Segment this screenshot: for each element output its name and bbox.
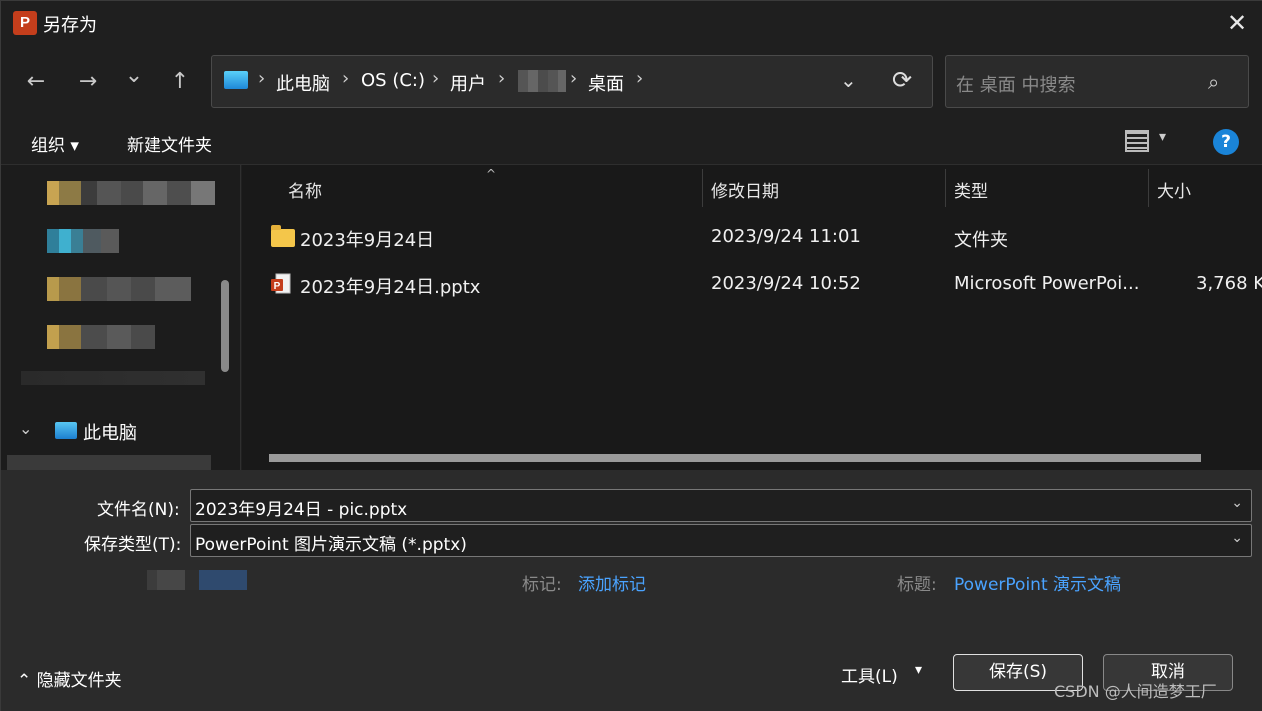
file-size: 3,768 K [1196, 273, 1262, 294]
tree-item-this-pc[interactable]: 此电脑 [83, 419, 137, 445]
address-history-chevron-icon[interactable]: ⌄ [840, 68, 857, 92]
title-link[interactable]: PowerPoint 演示文稿 [954, 570, 1121, 595]
column-header-size[interactable]: 大小 [1157, 177, 1191, 202]
view-options-icon[interactable] [1125, 130, 1149, 152]
file-type: Microsoft PowerPoi... [954, 273, 1140, 294]
filetype-chevron-icon[interactable]: ⌄ [1231, 530, 1243, 546]
column-divider[interactable] [702, 169, 703, 207]
filetype-select[interactable]: PowerPoint 图片演示文稿 (*.pptx) ⌄ [190, 524, 1252, 557]
column-header-name[interactable]: 名称 [288, 177, 322, 202]
column-divider[interactable] [945, 169, 946, 207]
tree-item-selected[interactable] [7, 455, 211, 470]
command-toolbar: 组织 ▾ 新建文件夹 ▾ ? [1, 119, 1262, 165]
title-bar: P 另存为 ✕ [1, 1, 1262, 45]
title-label: 标题: [897, 575, 937, 595]
save-options-panel: 文件名(N): 2023年9月24日 - pic.pptx ⌄ 保存类型(T):… [1, 470, 1262, 711]
quick-access-item-redacted[interactable] [47, 229, 119, 253]
close-icon[interactable]: ✕ [1223, 9, 1251, 37]
file-modified: 2023/9/24 10:52 [711, 273, 861, 294]
file-list-horizontal-scrollbar[interactable] [269, 454, 1201, 462]
breadcrumb-users[interactable]: 用户 [450, 70, 486, 96]
breadcrumb-separator-icon: › [636, 68, 644, 89]
svg-text:P: P [274, 281, 281, 292]
forward-arrow-icon[interactable]: → [71, 65, 105, 99]
pptx-file-icon: P [271, 273, 291, 294]
address-bar[interactable]: › 此电脑 › OS (C:) › 用户 › › 桌面 › ⌄ ⟳ [211, 55, 933, 108]
search-placeholder: 在 桌面 中搜索 [956, 75, 1076, 96]
column-header-modified[interactable]: 修改日期 [711, 177, 779, 202]
column-divider[interactable] [1148, 169, 1149, 207]
filename-field[interactable]: 2023年9月24日 - pic.pptx ⌄ [190, 489, 1252, 522]
quick-access-item-redacted[interactable] [21, 371, 205, 385]
filename-label: 文件名(N): [97, 500, 180, 520]
save-as-dialog: P 另存为 ✕ ← → ⌄ ↑ › 此电脑 › OS (C:) › 用户 › ›… [0, 0, 1262, 711]
breadcrumb-separator-icon: › [570, 68, 578, 89]
filetype-value: PowerPoint 图片演示文稿 (*.pptx) [195, 535, 467, 555]
author-redacted[interactable] [147, 570, 247, 590]
back-arrow-icon[interactable]: ← [19, 65, 53, 99]
navigation-pane: ⌄ 此电脑 [1, 165, 241, 470]
quick-access-item-redacted[interactable] [47, 181, 215, 205]
organize-menu-button[interactable]: 组织 ▾ [31, 131, 79, 156]
file-type: 文件夹 [954, 230, 1008, 251]
breadcrumb-separator-icon: › [498, 68, 506, 89]
file-list-pane: ^ 名称 修改日期 类型 大小 2023年9月24日 2023/9/24 11:… [242, 165, 1262, 470]
quick-access-item-redacted[interactable] [47, 277, 191, 301]
tools-dropdown-chevron-icon[interactable]: ▾ [915, 662, 922, 678]
quick-access-item-redacted[interactable] [47, 325, 155, 349]
folder-icon [271, 225, 295, 247]
column-header-type[interactable]: 类型 [954, 177, 988, 202]
tags-label: 标记: [522, 575, 562, 595]
search-icon[interactable]: ⌕ [1208, 70, 1219, 94]
this-pc-icon [224, 71, 248, 89]
expand-chevron-icon[interactable]: ⌄ [19, 419, 32, 438]
powerpoint-app-icon: P [13, 11, 37, 35]
breadcrumb-separator-icon: › [258, 68, 266, 89]
breadcrumb-desktop[interactable]: 桌面 [588, 70, 624, 96]
breadcrumb-this-pc[interactable]: 此电脑 [276, 70, 330, 96]
breadcrumb-separator-icon: › [432, 68, 440, 89]
tools-menu-button[interactable]: 工具(L) [841, 662, 898, 687]
navigation-pane-scrollbar[interactable] [221, 280, 229, 372]
window-title: 另存为 [43, 15, 97, 36]
breadcrumb-os-drive[interactable]: OS (C:) [361, 70, 425, 91]
navigation-bar: ← → ⌄ ↑ › 此电脑 › OS (C:) › 用户 › › 桌面 › ⌄ … [1, 45, 1262, 119]
hide-folders-button[interactable]: ⌃ 隐藏文件夹 [17, 666, 122, 691]
add-tags-link[interactable]: 添加标记 [578, 570, 646, 595]
csdn-watermark: CSDN @人间造梦工厂 [1054, 682, 1217, 701]
filetype-label: 保存类型(T): [84, 535, 182, 555]
search-input[interactable]: 在 桌面 中搜索 ⌕ [945, 55, 1249, 108]
help-icon[interactable]: ? [1213, 129, 1239, 155]
refresh-icon[interactable]: ⟳ [892, 66, 912, 94]
new-folder-button[interactable]: 新建文件夹 [127, 131, 212, 156]
up-arrow-icon[interactable]: ↑ [163, 65, 197, 99]
sort-ascending-icon: ^ [486, 167, 497, 181]
this-pc-icon [55, 422, 77, 439]
view-dropdown-chevron-icon[interactable]: ▾ [1159, 129, 1166, 145]
recent-locations-chevron-icon[interactable]: ⌄ [117, 59, 151, 93]
filename-value[interactable]: 2023年9月24日 - pic.pptx [195, 495, 407, 520]
file-modified: 2023/9/24 11:01 [711, 226, 861, 247]
filename-history-chevron-icon[interactable]: ⌄ [1231, 495, 1243, 511]
file-name: 2023年9月24日.pptx [300, 277, 481, 298]
file-name: 2023年9月24日 [300, 230, 435, 251]
breadcrumb-separator-icon: › [342, 68, 350, 89]
breadcrumb-username-redacted[interactable] [518, 70, 566, 92]
